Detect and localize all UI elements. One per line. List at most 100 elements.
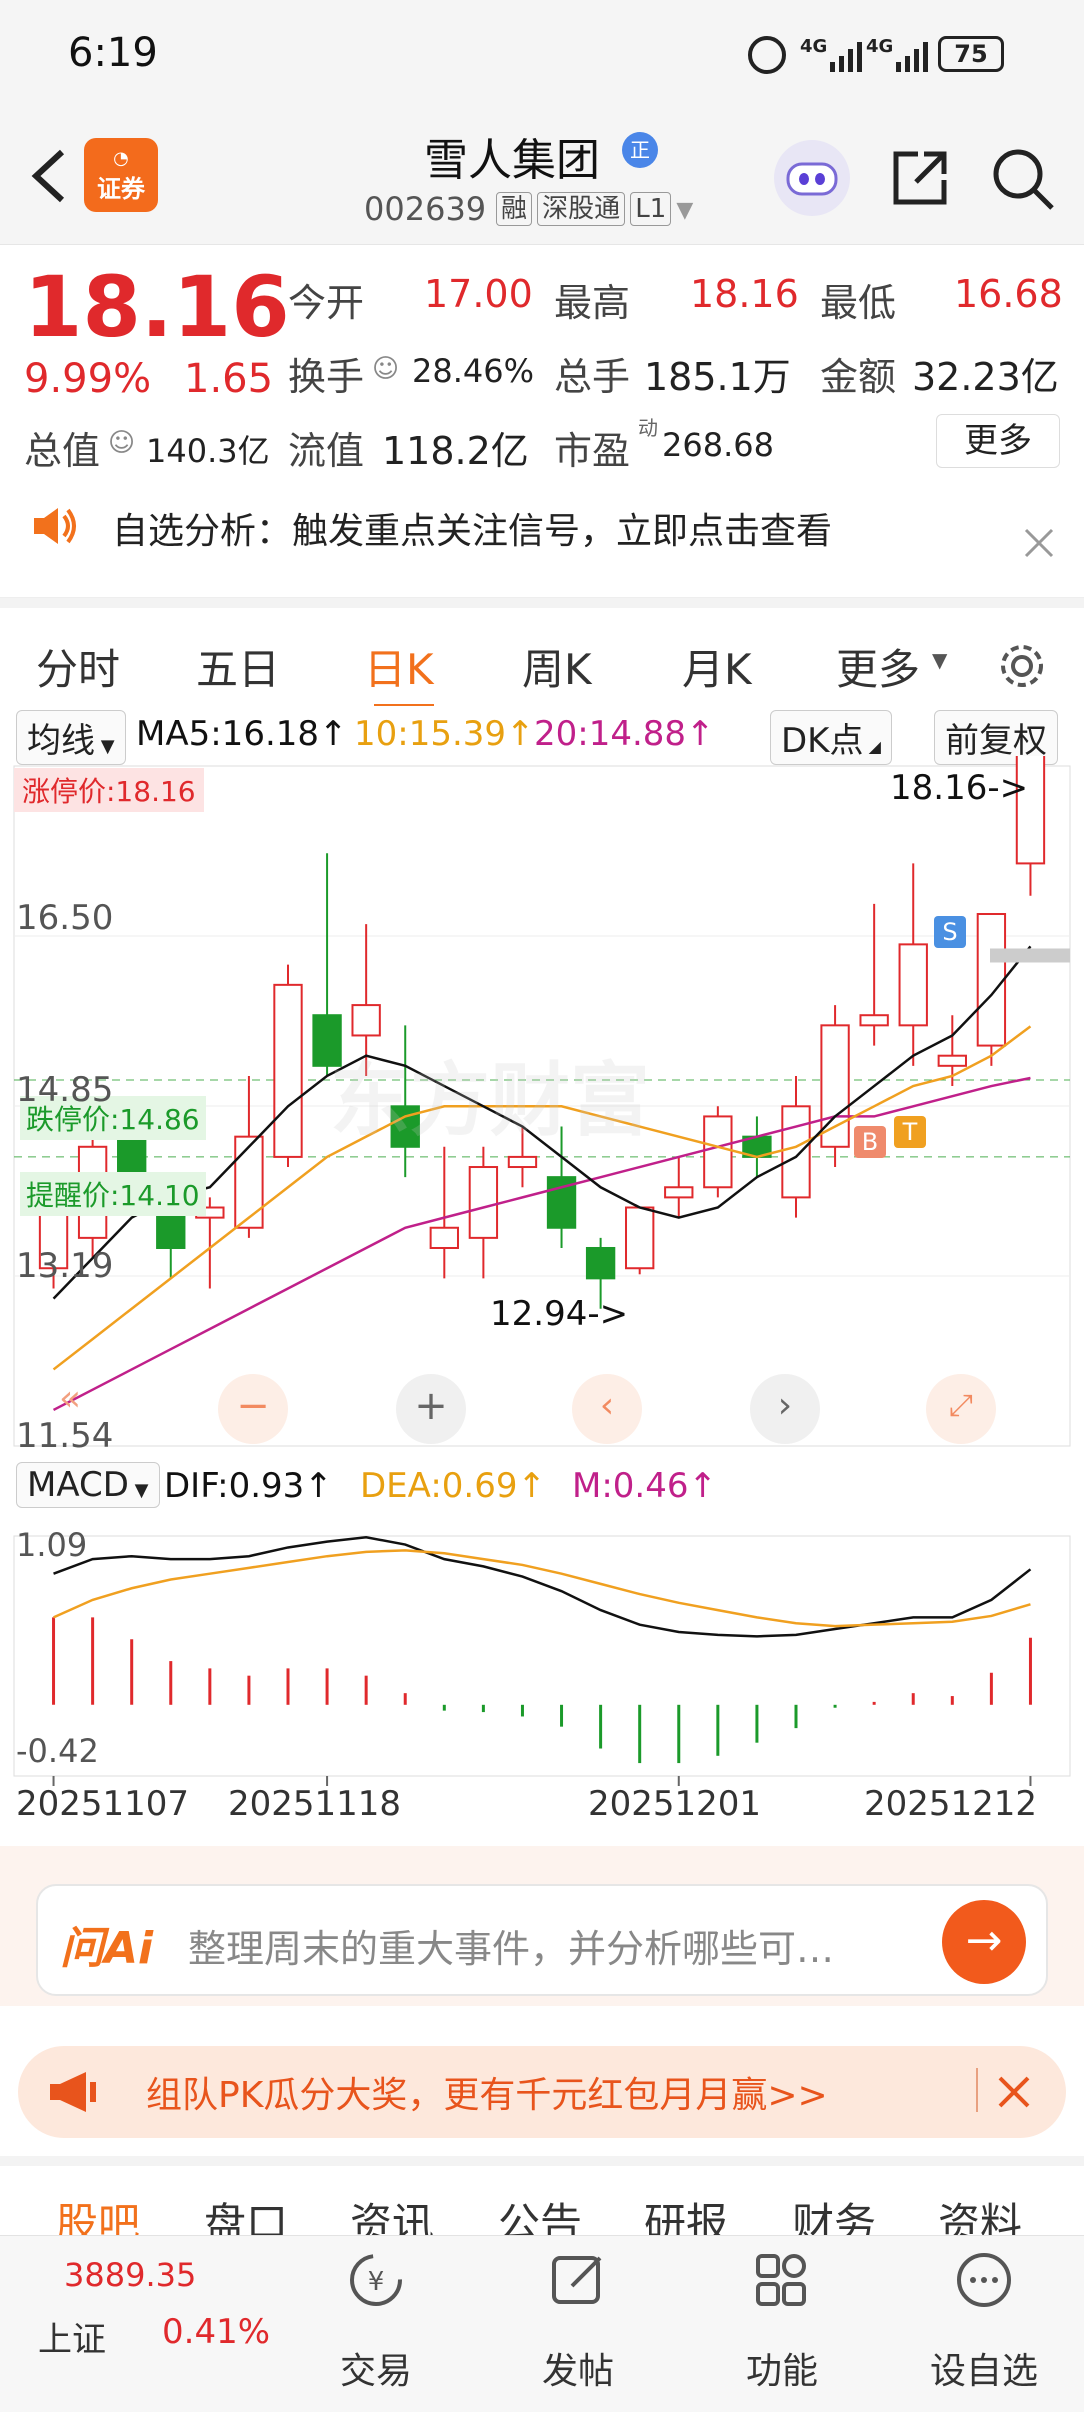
turnover-label: 换手 (288, 355, 365, 399)
battery-icon: 75 (938, 36, 1004, 72)
rewind-button[interactable]: « (48, 1378, 92, 1422)
candle-body (625, 1206, 655, 1270)
nav-post[interactable]: 发帖 (508, 2342, 648, 2394)
buy-marker[interactable]: B (854, 1126, 886, 1158)
search-icon[interactable] (990, 146, 1056, 212)
quote-panel: 18.16 9.99% 1.65 今开 17.00 最高 18.16 最低 16… (0, 246, 1084, 496)
change-pct: 9.99% (24, 356, 152, 402)
date-label-4: 20251212 (864, 1784, 1038, 1824)
post-icon[interactable] (548, 2250, 608, 2310)
send-arrow-icon[interactable]: → (942, 1900, 1026, 1984)
dk-selector-label: DK点 (781, 721, 864, 761)
dropdown-icon[interactable]: ▼ (676, 198, 693, 223)
zoom-out-button[interactable]: − (218, 1374, 288, 1444)
turnover-value: 28.46% (412, 352, 535, 390)
candle-body (273, 983, 303, 1158)
candle-body (351, 1004, 381, 1037)
info-icon[interactable]: ☺ (372, 354, 399, 384)
network-label-2: 4G (866, 36, 894, 57)
svg-text:¥: ¥ (368, 2267, 385, 2297)
gear-icon[interactable] (996, 640, 1048, 692)
pe-label: 市盈 (554, 429, 631, 473)
low-label: 最低 (820, 281, 897, 325)
app-logo[interactable]: ◔ 证券 (84, 138, 158, 212)
period-tabs: 分时 五日 日K 周K 月K 更多 ▼ (0, 598, 1084, 709)
sell-marker[interactable]: S (934, 916, 966, 948)
volume-value: 185.1万 (644, 355, 791, 399)
candle-body (976, 913, 1007, 1047)
index-change[interactable]: 0.41% (162, 2312, 270, 2352)
low-value: 16.68 (954, 272, 1063, 316)
kline-svg[interactable] (0, 756, 1084, 1916)
amount-label: 金额 (820, 355, 897, 399)
signal-icon-1 (828, 40, 866, 72)
pe-value: 268.68 (662, 426, 774, 464)
y-tick-3: 13.19 (16, 1246, 114, 1286)
tab-intraday[interactable]: 分时 (36, 636, 120, 697)
info-icon[interactable]: ☺ (108, 428, 135, 458)
pe-sup: 动 (638, 416, 658, 440)
candle-body (898, 943, 928, 1027)
macd-selector[interactable]: MACD ▼ (16, 1462, 160, 1508)
trade-icon[interactable]: ¥ (346, 2250, 406, 2310)
stock-tags: 融 深股通 L1 ▼ (496, 192, 693, 226)
tab-daily-k[interactable]: 日K (364, 636, 434, 697)
alarm-icon (748, 36, 786, 74)
candle-body (234, 1135, 264, 1229)
watermark: 东方财富 (330, 1054, 650, 1147)
speaker-icon (30, 506, 80, 546)
amount-value: 32.23亿 (912, 355, 1059, 399)
nav-add-watchlist[interactable]: 设自选 (914, 2342, 1054, 2394)
function-grid-icon[interactable] (752, 2250, 812, 2310)
chevron-down-icon: ▼ (932, 648, 948, 672)
robot-avatar-icon[interactable] (774, 140, 850, 216)
ai-section: 问Ai 整理周末的重大事件，并分析哪些可… → (0, 1846, 1084, 2006)
high-value: 18.16 (690, 272, 799, 316)
ma-selector-label: 均线 (27, 721, 95, 761)
nav-trade[interactable]: 交易 (306, 2342, 446, 2394)
ma5-legend: MA5:16.18↑ (136, 714, 348, 754)
signal-icon-2 (894, 40, 932, 72)
t-marker[interactable]: T (894, 1116, 926, 1148)
index-name[interactable]: 上证 (38, 2312, 106, 2361)
float-label: 流值 (288, 429, 365, 473)
index-value[interactable]: 3889.35 (64, 2256, 196, 2294)
share-icon[interactable] (888, 146, 952, 210)
ma10-legend: 10:15.39↑ (354, 714, 535, 754)
candle-body (429, 1226, 459, 1249)
promo-banner[interactable]: 组队PK瓜分大奖，更有千元红包月月赢>> (18, 2046, 1066, 2138)
close-icon[interactable] (1022, 526, 1056, 560)
macd-pane-frame (13, 1535, 1071, 1777)
tab-weekly-k[interactable]: 周K (522, 636, 592, 697)
ai-input[interactable]: 问Ai 整理周末的重大事件，并分析哪些可… → (36, 1884, 1048, 1996)
network-label-1: 4G (800, 36, 828, 57)
more-dots-icon[interactable] (954, 2250, 1014, 2310)
tab-five-day[interactable]: 五日 (196, 636, 280, 697)
open-label: 今开 (288, 281, 365, 325)
y-tick-2: 14.85 (16, 1070, 114, 1110)
float-value: 118.2亿 (382, 429, 529, 473)
tab-monthly-k[interactable]: 月K (682, 636, 752, 697)
dea-line (53, 1549, 1031, 1628)
zoom-in-button[interactable]: + (396, 1374, 466, 1444)
date-label-2: 20251118 (228, 1784, 402, 1824)
ai-logo: 问Ai (60, 1923, 154, 1974)
notice-bar[interactable]: 自选分析：触发重点关注信号，立即点击查看 (0, 490, 1084, 598)
stock-header: ◔ 证券 雪人集团 正 002639 融 深股通 L1 ▼ (0, 110, 1084, 245)
macd-y-top: 1.09 (16, 1526, 88, 1564)
more-button[interactable]: 更多 (936, 414, 1060, 468)
macd-y-bottom: -0.42 (16, 1732, 99, 1770)
tab-more[interactable]: 更多 (836, 636, 920, 697)
volume-label: 总手 (554, 355, 631, 399)
current-price: 18.16 (24, 258, 290, 356)
dif-legend: DIF:0.93↑ (164, 1466, 333, 1506)
nav-function[interactable]: 功能 (712, 2342, 852, 2394)
prev-button[interactable]: ‹ (572, 1374, 642, 1444)
stock-code: 002639 (364, 190, 487, 228)
back-icon[interactable] (24, 146, 74, 206)
fullscreen-button[interactable]: ⤢ (926, 1374, 996, 1444)
mktcap-value: 140.3亿 (146, 432, 270, 470)
close-icon[interactable] (994, 2072, 1034, 2112)
date-label-1: 20251107 (16, 1784, 190, 1824)
next-button[interactable]: › (750, 1374, 820, 1444)
